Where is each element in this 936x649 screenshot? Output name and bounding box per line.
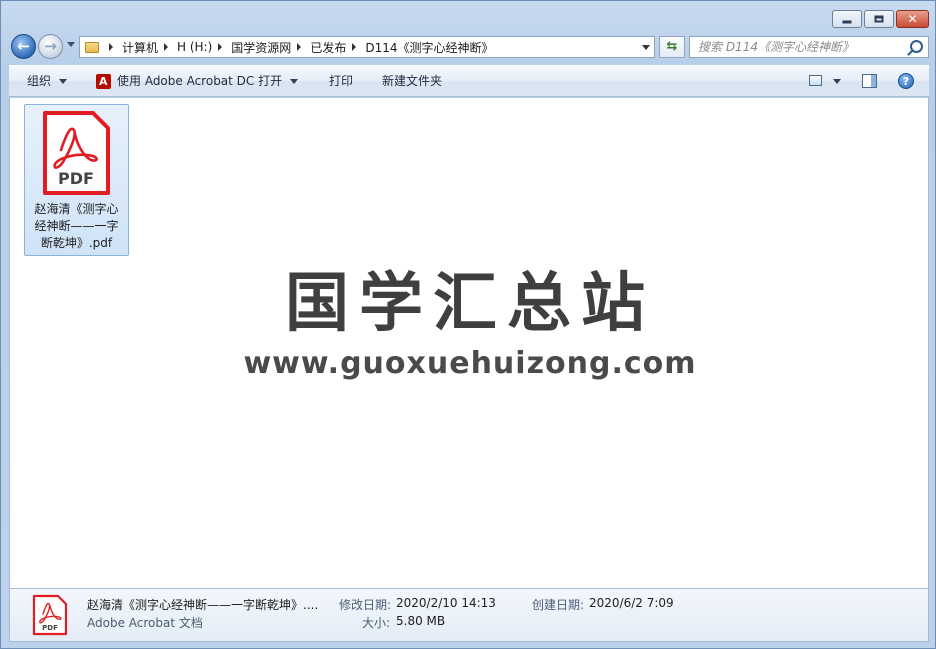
details-pane: PDF 赵海清《测字心经神断——一字断乾坤》.... Adobe Acrobat… xyxy=(9,588,929,642)
file-name-line-3: 断乾坤》.pdf xyxy=(40,236,113,250)
file-name-line-2: 经神断——一字 xyxy=(34,219,119,233)
size-label: 大小: xyxy=(362,616,391,630)
breadcrumb-separator-icon[interactable] xyxy=(218,43,223,51)
command-bar: 组织 使用 Adobe Acrobat DC 打开 打印 新建文件夹 ? xyxy=(9,65,929,97)
breadcrumb-published[interactable]: 已发布 xyxy=(310,39,346,56)
created-date-value: 2020/6/2 7:09 xyxy=(589,596,674,610)
details-file-name: 赵海清《测字心经神断——一字断乾坤》.... xyxy=(87,598,319,612)
acrobat-icon xyxy=(96,74,111,89)
address-dropdown-icon[interactable] xyxy=(642,45,650,50)
close-button[interactable]: ✕ xyxy=(896,10,929,28)
refresh-button[interactable]: ⇆ xyxy=(659,36,685,58)
minimize-icon xyxy=(842,20,852,24)
minimize-button[interactable] xyxy=(832,10,862,28)
breadcrumb-drive[interactable]: H (H:) xyxy=(177,40,212,54)
search-icon[interactable] xyxy=(910,40,923,53)
help-icon[interactable]: ? xyxy=(898,73,914,89)
watermark-title: 国学汇总站 xyxy=(285,267,655,341)
preview-pane-icon[interactable] xyxy=(862,74,877,88)
breadcrumb-separator-icon[interactable] xyxy=(352,43,357,51)
open-with-label: 使用 Adobe Acrobat DC 打开 xyxy=(117,74,283,88)
pdf-file-icon: PDF xyxy=(32,594,68,636)
recent-pages-dropdown[interactable] xyxy=(67,42,75,47)
maximize-button[interactable] xyxy=(864,10,894,28)
file-item-selected[interactable]: PDF 赵海清《测字心 经神断——一字 断乾坤》.pdf xyxy=(24,104,129,256)
view-options-dropdown[interactable] xyxy=(833,79,841,84)
search-box xyxy=(689,36,929,58)
breadcrumb-separator-icon[interactable] xyxy=(297,43,302,51)
chevron-down-icon xyxy=(290,79,299,84)
new-folder-label: 新建文件夹 xyxy=(382,74,443,88)
file-list-area[interactable]: PDF 赵海清《测字心 经神断——一字 断乾坤》.pdf 国学汇总站 www.g… xyxy=(9,98,929,588)
created-date-label: 创建日期: xyxy=(532,598,585,612)
pdf-icon-text: PDF xyxy=(42,624,58,632)
breadcrumb-resources[interactable]: 国学资源网 xyxy=(231,39,291,56)
organize-button[interactable]: 组织 xyxy=(27,66,68,97)
back-button[interactable]: ← xyxy=(11,34,36,59)
size-value: 5.80 MB xyxy=(396,614,446,628)
refresh-icon: ⇆ xyxy=(666,39,678,54)
chevron-down-icon xyxy=(59,79,68,84)
organize-label: 组织 xyxy=(27,74,52,88)
watermark-url: www.guoxuehuizong.com xyxy=(243,346,697,381)
modified-date-value: 2020/2/10 14:13 xyxy=(396,596,496,610)
new-folder-button[interactable]: 新建文件夹 xyxy=(382,66,442,97)
file-name-label: 赵海清《测字心 经神断——一字 断乾坤》.pdf xyxy=(29,201,124,252)
change-view-icon[interactable] xyxy=(809,75,822,86)
search-input[interactable] xyxy=(690,37,908,57)
back-arrow-icon: ← xyxy=(17,36,30,55)
breadcrumb-separator-icon[interactable] xyxy=(164,43,169,51)
modified-date-label: 修改日期: xyxy=(339,598,392,612)
file-name-line-1: 赵海清《测字心 xyxy=(34,202,119,216)
address-bar[interactable]: 计算机 H (H:) 国学资源网 已发布 D114《测字心经神断》 xyxy=(79,36,655,58)
pdf-icon-text: PDF xyxy=(58,169,94,188)
navigation-bar: ← → 计算机 H (H:) 国学资源网 已发布 D114《测字心经神断》 ⇆ xyxy=(9,33,929,61)
close-icon: ✕ xyxy=(907,12,918,26)
caption-buttons: ✕ xyxy=(830,10,929,28)
folder-icon xyxy=(85,41,99,53)
open-with-acrobat-button[interactable]: 使用 Adobe Acrobat DC 打开 xyxy=(96,66,299,97)
forward-arrow-icon: → xyxy=(44,36,57,55)
details-file-type: Adobe Acrobat 文档 xyxy=(87,616,203,630)
maximize-icon xyxy=(874,15,884,23)
pdf-file-icon: PDF xyxy=(43,111,110,195)
breadcrumb-computer[interactable]: 计算机 xyxy=(122,39,158,56)
forward-button[interactable]: → xyxy=(38,34,63,59)
explorer-window: ✕ ← → 计算机 H (H:) 国学资源网 已发布 D114《测字心经神断》 … xyxy=(0,0,936,649)
breadcrumb-current[interactable]: D114《测字心经神断》 xyxy=(365,39,493,56)
breadcrumb-separator-icon[interactable] xyxy=(109,43,113,51)
print-button[interactable]: 打印 xyxy=(329,66,353,97)
print-label: 打印 xyxy=(329,74,354,88)
